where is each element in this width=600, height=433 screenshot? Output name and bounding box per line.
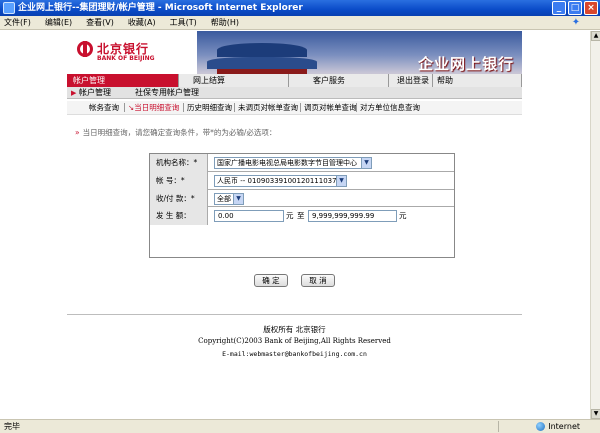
footer-copyright-en: Copyright(C)2003 Bank of Beijing,All Rig… xyxy=(198,337,391,345)
maximize-button[interactable]: □ xyxy=(568,1,582,15)
chevron-down-icon[interactable]: ▼ xyxy=(336,176,346,186)
scroll-up-icon[interactable]: ▲ xyxy=(591,31,600,41)
nav-help[interactable]: 帮助 xyxy=(433,74,522,87)
query-form: 机构名称：* 国家广播电影电视总局电影数字节目管理中心 ▼ 帐 号：* 人民币 … xyxy=(149,153,455,258)
temple-roof-lower xyxy=(207,57,317,69)
ie-app-icon xyxy=(3,2,15,14)
form-row-amount: 发 生 额： 0.00 元 至 9,999,999,999.99 元 xyxy=(150,207,454,225)
confirm-button[interactable]: 确 定 xyxy=(254,274,288,287)
amount-from-input[interactable]: 0.00 xyxy=(214,210,284,222)
cancel-button[interactable]: 取 消 xyxy=(301,274,335,287)
sub-nav: ▶ 帐户管理 社保专用帐户管理 xyxy=(67,87,522,99)
org-select-value: 国家广播电影电视总局电影数字节目管理中心 xyxy=(217,159,357,167)
menu-edit[interactable]: 编辑(E) xyxy=(45,17,72,28)
security-zone: Internet xyxy=(536,420,580,433)
menu-view[interactable]: 查看(V) xyxy=(86,17,114,28)
account-cell: 人民币 -- 01090339100120111037218 ▼ xyxy=(208,172,454,190)
tab-separator xyxy=(356,103,357,112)
menu-tools[interactable]: 工具(T) xyxy=(170,17,197,28)
footer-divider xyxy=(67,314,522,315)
temple-roof-top xyxy=(217,43,307,57)
subnav-social-security-account[interactable]: 社保专用帐户管理 xyxy=(135,87,199,99)
chevron-down-icon[interactable]: ▼ xyxy=(361,158,371,168)
triangle-right-icon: ▶ xyxy=(71,89,77,97)
security-zone-label: Internet xyxy=(548,422,580,431)
account-select-value: 人民币 -- 01090339100120111037218 xyxy=(217,177,347,185)
nav-online-settlement[interactable]: 网上结算 xyxy=(179,74,289,87)
tab-account-query[interactable]: 帐务查询 xyxy=(89,101,119,114)
window-titlebar: 企业网上银行--集团理财/帐户管理 - Microsoft Internet E… xyxy=(0,0,600,16)
amount-from-unit: 元 xyxy=(286,211,294,220)
minimize-button[interactable]: _ xyxy=(552,1,566,15)
nav-customer-service[interactable]: 客户服务 xyxy=(289,74,389,87)
vertical-scrollbar[interactable]: ▲ ▼ xyxy=(590,31,600,419)
query-hint-text: 当日明细查询，请您确定查询条件，带*的为必输/必选项： xyxy=(82,128,277,137)
status-text: 完毕 xyxy=(4,422,20,431)
window-title: 企业网上银行--集团理财/帐户管理 - Microsoft Internet E… xyxy=(18,3,303,13)
footer-email[interactable]: E-mail:webmaster@bankofbeijing.com.cn xyxy=(67,350,522,358)
bank-logo-icon xyxy=(77,41,93,57)
form-row-org: 机构名称：* 国家广播电影电视总局电影数字节目管理中心 ▼ xyxy=(150,154,454,172)
double-arrow-icon: » xyxy=(75,128,80,137)
tab-separator xyxy=(234,103,235,112)
footer-copyright-cn: 版权所有 北京银行 xyxy=(263,325,326,334)
amount-to-word: 至 xyxy=(297,211,305,220)
type-label: 收/付 款：* xyxy=(150,190,208,208)
type-select[interactable]: 全部 ▼ xyxy=(214,193,244,205)
amount-to-unit: 元 xyxy=(399,211,407,220)
query-tabs: 帐务查询 ↘当日明细查询 历史明细查询 未调页对帐单查询 调页对帐单查询 对方单… xyxy=(67,101,522,115)
type-select-value: 全部 xyxy=(217,195,231,203)
tab-counterparty-info-query[interactable]: 对方单位信息查询 xyxy=(360,101,420,114)
tab-separator xyxy=(124,103,125,112)
org-cell: 国家广播电影电视总局电影数字节目管理中心 ▼ xyxy=(208,154,454,172)
window-controls: _ □ × xyxy=(552,1,598,15)
type-cell: 全部 ▼ xyxy=(208,190,454,208)
tab-separator xyxy=(183,103,184,112)
banner-title: 企业网上银行 xyxy=(417,55,514,73)
status-separator xyxy=(498,421,499,432)
amount-to-input[interactable]: 9,999,999,999.99 xyxy=(308,210,397,222)
account-label: 帐 号：* xyxy=(150,172,208,190)
menu-help[interactable]: 帮助(H) xyxy=(211,17,239,28)
tab-history-detail-query[interactable]: 历史明细查询 xyxy=(187,101,232,114)
status-bar: 完毕 Internet xyxy=(0,419,600,433)
form-row-account: 帐 号：* 人民币 -- 01090339100120111037218 ▼ xyxy=(150,172,454,190)
form-row-type: 收/付 款：* 全部 ▼ xyxy=(150,190,454,208)
windows-logo-icon: ✦ xyxy=(571,17,581,28)
main-nav: 帐户管理 网上结算 客户服务 退出登录 帮助 xyxy=(67,74,522,87)
nav-account-management[interactable]: 帐户管理 xyxy=(67,74,179,87)
org-label: 机构名称：* xyxy=(150,154,208,172)
amount-label: 发 生 额： xyxy=(150,207,208,225)
tab-unreconciled-statement-query[interactable]: 未调页对帐单查询 xyxy=(238,101,298,114)
account-select[interactable]: 人民币 -- 01090339100120111037218 ▼ xyxy=(214,175,347,187)
close-button[interactable]: × xyxy=(584,1,598,15)
page-viewport: 北京银行 BANK OF BEIJING 企业网上银行 帐户管理 网上结算 客户… xyxy=(0,31,590,419)
tab-separator xyxy=(300,103,301,112)
nav-logout[interactable]: 退出登录 xyxy=(389,74,433,87)
tab-today-detail-query[interactable]: ↘当日明细查询 xyxy=(128,101,179,114)
chevron-down-icon[interactable]: ▼ xyxy=(233,194,243,204)
globe-icon xyxy=(536,422,546,431)
query-hint: » 当日明细查询，请您确定查询条件，带*的为必输/必选项： xyxy=(75,127,276,138)
menu-file[interactable]: 文件(F) xyxy=(4,17,31,28)
scroll-down-icon[interactable]: ▼ xyxy=(591,409,600,419)
menu-bar: 文件(F) 编辑(E) 查看(V) 收藏(A) 工具(T) 帮助(H) ✦ xyxy=(0,16,600,30)
bank-name-en: BANK OF BEIJING xyxy=(97,55,155,62)
menu-favorites[interactable]: 收藏(A) xyxy=(128,17,156,28)
tab-today-detail-label: 当日明细查询 xyxy=(134,103,180,112)
org-select[interactable]: 国家广播电影电视总局电影数字节目管理中心 ▼ xyxy=(214,157,372,169)
amount-cell: 0.00 元 至 9,999,999,999.99 元 xyxy=(208,207,454,225)
subnav-account-management[interactable]: 帐户管理 xyxy=(79,87,111,99)
tab-reconciled-statement-query[interactable]: 调页对帐单查询 xyxy=(304,101,357,114)
